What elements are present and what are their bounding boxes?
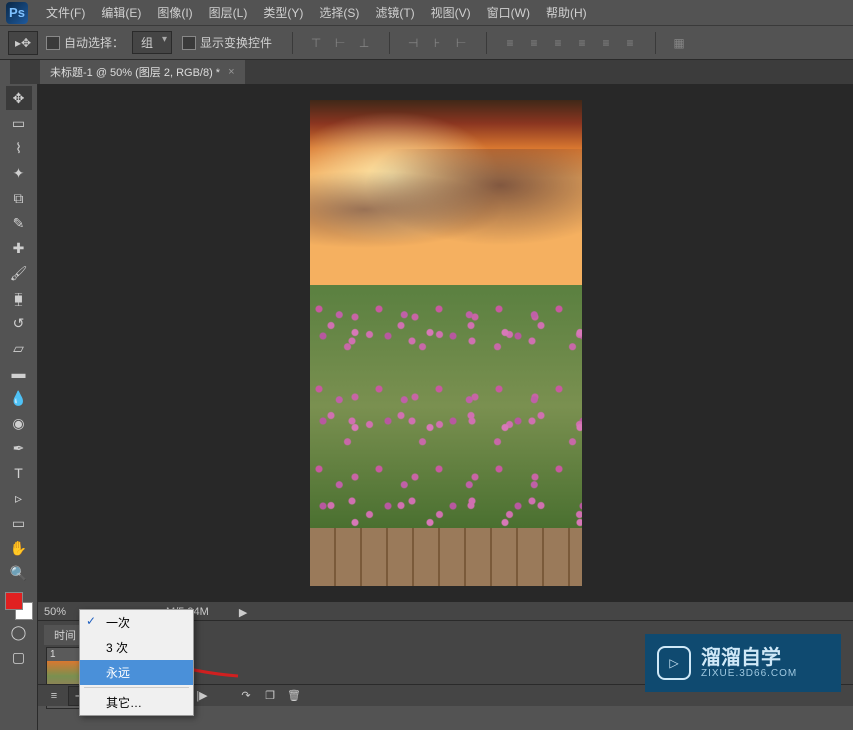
menu-item-label: 永远 [106,666,130,680]
color-swatches[interactable] [5,592,33,620]
auto-select-checkbox[interactable] [46,36,60,50]
document-tab-bar: 未标题-1 @ 50% (图层 2, RGB/8) * × [0,60,853,84]
path-selection-tool[interactable]: ▹ [6,486,32,510]
document-tab-title: 未标题-1 @ 50% (图层 2, RGB/8) * [50,64,220,80]
watermark-play-icon: ▷ [657,646,691,680]
menu-window[interactable]: 窗口(W) [479,0,538,25]
menu-item-label: 3 次 [106,641,128,655]
zoom-level[interactable]: 50% [44,606,66,618]
align-right-icon[interactable]: ⊢ [450,32,472,54]
watermark-subtitle: ZIXUE.3D66.COM [701,668,797,679]
foreground-color-swatch[interactable] [5,592,23,610]
options-bar: ▸✥ 自动选择： 组 显示变换控件 ⊤ ⊢ ⊥ ⊣ ⊦ ⊢ ≡ ≡ ≡ ≡ ≡ … [0,26,853,60]
ps-logo: Ps [6,2,28,24]
menu-item-3times[interactable]: 3 次 [80,635,193,660]
loop-context-menu: ✓ 一次 3 次 永远 其它… [79,609,194,716]
document-tab[interactable]: 未标题-1 @ 50% (图层 2, RGB/8) * × [40,60,245,84]
canvas-image[interactable] [310,100,582,586]
align-top-icon[interactable]: ⊤ [305,32,327,54]
distribute-group: ≡ ≡ ≡ ≡ ≡ ≡ [486,32,643,54]
menu-type[interactable]: 类型(Y) [255,0,311,25]
hand-tool[interactable]: ✋ [6,536,32,560]
toolbox: ✥ ▭ ⌇ ✦ ⧉ ✎ ✚ 🖌 ⧯ ↺ ▱ ▬ 💧 ◉ ✒ T ▹ ▭ ✋ 🔍 … [0,84,38,730]
auto-align-group: ▦ [655,32,692,54]
menu-item-forever[interactable]: 永远 [80,660,193,685]
blur-tool[interactable]: 💧 [6,386,32,410]
shape-tool[interactable]: ▭ [6,511,32,535]
align-vcenter-icon[interactable]: ⊢ [329,32,351,54]
distribute-vcenter-icon[interactable]: ≡ [523,32,545,54]
menu-bar: Ps 文件(F) 编辑(E) 图像(I) 图层(L) 类型(Y) 选择(S) 滤… [0,0,853,26]
auto-select-target-dropdown[interactable]: 组 [132,31,172,54]
distribute-top-icon[interactable]: ≡ [499,32,521,54]
delete-frame-icon[interactable]: 🗑 [284,687,304,705]
watermark: ▷ 溜溜自学 ZIXUE.3D66.COM [645,634,841,692]
distribute-bottom-icon[interactable]: ≡ [547,32,569,54]
tween-icon[interactable]: ↷ [236,687,256,705]
menu-item-label: 一次 [106,616,130,630]
panel-grip-icon[interactable] [0,60,10,84]
align-group-2: ⊣ ⊦ ⊢ [389,32,474,54]
clone-stamp-tool[interactable]: ⧯ [6,286,32,310]
quick-mask-tool[interactable]: ◯ [6,620,32,644]
check-icon: ✓ [86,614,96,628]
watermark-title: 溜溜自学 [701,648,797,668]
magic-wand-tool[interactable]: ✦ [6,161,32,185]
healing-brush-tool[interactable]: ✚ [6,236,32,260]
distribute-left-icon[interactable]: ≡ [571,32,593,54]
align-hcenter-icon[interactable]: ⊦ [426,32,448,54]
menu-select[interactable]: 选择(S) [311,0,367,25]
screen-mode-tool[interactable]: ▢ [6,645,32,669]
distribute-right-icon[interactable]: ≡ [619,32,641,54]
align-left-icon[interactable]: ⊣ [402,32,424,54]
align-group-1: ⊤ ⊢ ⊥ [292,32,377,54]
move-tool-icon: ▸✥ [8,31,38,55]
align-bottom-icon[interactable]: ⊥ [353,32,375,54]
menu-item-other[interactable]: 其它… [80,690,193,715]
gradient-tool[interactable]: ▬ [6,361,32,385]
menu-help[interactable]: 帮助(H) [538,0,595,25]
next-frame-icon[interactable]: |▶ [192,687,212,705]
history-brush-tool[interactable]: ↺ [6,311,32,335]
marquee-tool[interactable]: ▭ [6,111,32,135]
pen-tool[interactable]: ✒ [6,436,32,460]
menu-item-label: 其它… [106,696,142,710]
dodge-tool[interactable]: ◉ [6,411,32,435]
auto-align-icon[interactable]: ▦ [668,32,690,54]
close-tab-icon[interactable]: × [228,66,234,78]
menu-view[interactable]: 视图(V) [423,0,479,25]
show-transform-label: 显示变换控件 [200,34,272,51]
lasso-tool[interactable]: ⌇ [6,136,32,160]
move-tool[interactable]: ✥ [6,86,32,110]
status-play-icon[interactable]: ▶ [239,606,247,619]
type-tool[interactable]: T [6,461,32,485]
crop-tool[interactable]: ⧉ [6,186,32,210]
canvas-workspace[interactable] [38,84,853,602]
eyedropper-tool[interactable]: ✎ [6,211,32,235]
frame-number: 1 [47,648,81,661]
menu-image[interactable]: 图像(I) [149,0,200,25]
auto-select-label: 自动选择： [64,34,124,51]
menu-item-once[interactable]: ✓ 一次 [80,610,193,635]
brush-tool[interactable]: 🖌 [6,261,32,285]
menu-file[interactable]: 文件(F) [38,0,93,25]
menu-filter[interactable]: 滤镜(T) [367,0,422,25]
show-transform-checkbox[interactable] [182,36,196,50]
timeline-menu-icon[interactable]: ≡ [44,687,64,705]
zoom-tool[interactable]: 🔍 [6,561,32,585]
distribute-hcenter-icon[interactable]: ≡ [595,32,617,54]
eraser-tool[interactable]: ▱ [6,336,32,360]
menu-edit[interactable]: 编辑(E) [93,0,149,25]
duplicate-frame-icon[interactable]: ❐ [260,687,280,705]
menu-separator [84,687,189,688]
menu-layer[interactable]: 图层(L) [201,0,256,25]
